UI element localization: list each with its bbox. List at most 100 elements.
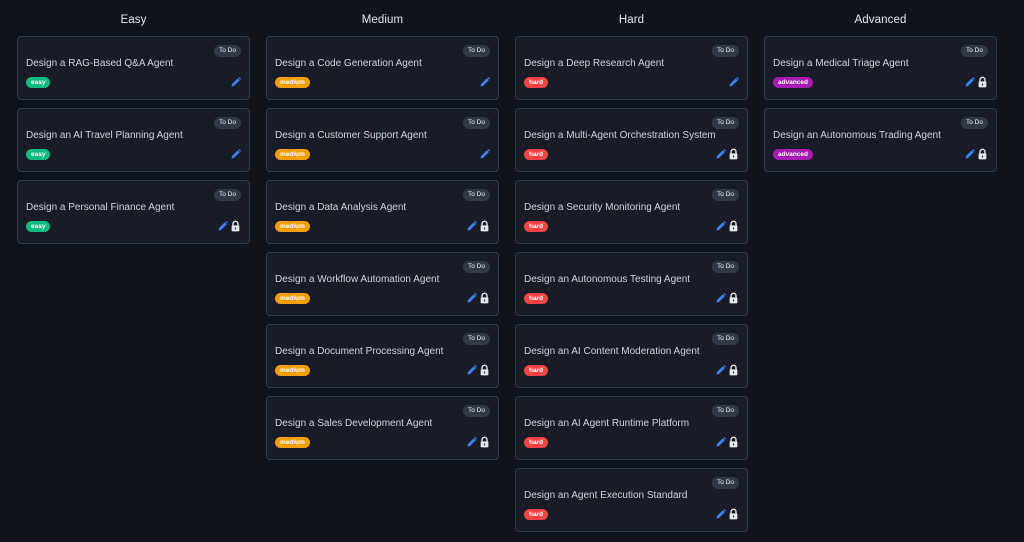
task-card[interactable]: Design a Medical Triage Agent To Do advanc… <box>764 36 997 100</box>
column-easy: Easy Design a RAG-Based Q&A Agent To Do ea… <box>17 0 250 252</box>
card-actions <box>479 147 490 161</box>
kanban-board: Easy Design a RAG-Based Q&A Agent To Do ea… <box>0 0 1024 542</box>
task-card[interactable]: Design a Document Processing Agent To Do m… <box>266 324 499 388</box>
task-card[interactable]: Design a Security Monitoring Agent To Do h… <box>515 180 748 244</box>
task-title: Design a Deep Research Agent <box>524 58 665 69</box>
column-hard: Hard Design a Deep Research Agent To Do ha… <box>515 0 748 540</box>
task-card[interactable]: Design a Data Analysis Agent To Do medium <box>266 180 499 244</box>
pencil-icon[interactable] <box>230 76 241 88</box>
status-badge: To Do <box>463 45 490 57</box>
status-badge: To Do <box>712 117 739 129</box>
task-title: Design a Multi-Agent Orchestration Syste… <box>524 130 716 141</box>
pencil-icon[interactable] <box>479 148 490 160</box>
task-card[interactable]: Design an AI Content Moderation Agent To … <box>515 324 748 388</box>
pencil-icon[interactable] <box>715 148 726 160</box>
task-title: Design an Agent Execution Standard <box>524 490 688 501</box>
difficulty-badge: medium <box>275 149 310 160</box>
pencil-icon[interactable] <box>715 292 726 304</box>
task-card[interactable]: Design a Workflow Automation Agent To Do m… <box>266 252 499 316</box>
task-card[interactable]: Design a Multi-Agent Orchestration Syste… <box>515 108 748 172</box>
task-title: Design a Security Monitoring Agent <box>524 202 681 213</box>
status-badge: To Do <box>463 333 490 345</box>
task-title: Design a Workflow Automation Agent <box>275 274 440 285</box>
pencil-icon[interactable] <box>715 364 726 376</box>
status-badge: To Do <box>214 189 241 201</box>
status-badge: To Do <box>712 333 739 345</box>
task-card[interactable]: Design an AI Agent Runtime Platform To Do… <box>515 396 748 460</box>
task-card[interactable]: Design a Personal Finance Agent To Do easy <box>17 180 250 244</box>
column-title: Easy <box>120 14 147 26</box>
difficulty-badge: easy <box>26 221 51 232</box>
pencil-icon[interactable] <box>964 148 975 160</box>
difficulty-badge: medium <box>275 221 310 232</box>
task-card[interactable]: Design a Sales Development Agent To Do med… <box>266 396 499 460</box>
task-card[interactable]: Design an Autonomous Testing Agent To Do h… <box>515 252 748 316</box>
pencil-icon[interactable] <box>728 76 739 88</box>
task-card[interactable]: Design an Agent Execution Standard To Do h… <box>515 468 748 532</box>
pencil-icon[interactable] <box>230 148 241 160</box>
difficulty-badge: advanced <box>773 77 813 88</box>
lock-icon <box>728 436 739 448</box>
task-card[interactable]: Design a Customer Support Agent To Do medi… <box>266 108 499 172</box>
card-actions <box>230 147 241 161</box>
task-title: Design a Document Processing Agent <box>275 346 444 357</box>
task-title: Design a Personal Finance Agent <box>26 202 175 213</box>
status-badge: To Do <box>214 45 241 57</box>
task-card[interactable]: Design an AI Travel Planning Agent To Do e… <box>17 108 250 172</box>
card-actions <box>715 363 739 377</box>
task-card[interactable]: Design a Deep Research Agent To Do hard <box>515 36 748 100</box>
column-advanced: Advanced Design a Medical Triage Agent To… <box>764 0 997 180</box>
lock-icon <box>479 292 490 304</box>
pencil-icon[interactable] <box>479 76 490 88</box>
column-title: Advanced <box>854 14 907 26</box>
task-title: Design an AI Travel Planning Agent <box>26 130 183 141</box>
difficulty-badge: medium <box>275 365 310 376</box>
card-actions <box>715 507 739 521</box>
task-title: Design an Autonomous Testing Agent <box>524 274 691 285</box>
lock-icon <box>728 292 739 304</box>
difficulty-badge: hard <box>524 437 549 448</box>
lock-icon <box>977 76 988 88</box>
status-badge: To Do <box>712 45 739 57</box>
status-badge: To Do <box>712 189 739 201</box>
task-title: Design an Autonomous Trading Agent <box>773 130 941 141</box>
difficulty-badge: advanced <box>773 149 813 160</box>
pencil-icon[interactable] <box>466 364 477 376</box>
pencil-icon[interactable] <box>217 220 228 232</box>
difficulty-badge: medium <box>275 437 310 448</box>
task-card[interactable]: Design a RAG-Based Q&A Agent To Do easy <box>17 36 250 100</box>
status-badge: To Do <box>463 189 490 201</box>
card-actions <box>479 75 490 89</box>
lock-icon <box>479 220 490 232</box>
card-actions <box>217 219 241 233</box>
pencil-icon[interactable] <box>715 508 726 520</box>
lock-icon <box>728 508 739 520</box>
task-title: Design a Code Generation Agent <box>275 58 422 69</box>
card-actions <box>466 363 490 377</box>
column-medium: Medium Design a Code Generation Agent To … <box>266 0 499 468</box>
status-badge: To Do <box>463 405 490 417</box>
card-actions <box>466 435 490 449</box>
task-card[interactable]: Design a Code Generation Agent To Do mediu… <box>266 36 499 100</box>
pencil-icon[interactable] <box>466 436 477 448</box>
status-badge: To Do <box>463 117 490 129</box>
pencil-icon[interactable] <box>466 220 477 232</box>
task-title: Design a Sales Development Agent <box>275 418 433 429</box>
task-card[interactable]: Design an Autonomous Trading Agent To Do a… <box>764 108 997 172</box>
status-badge: To Do <box>961 117 988 129</box>
card-actions <box>964 75 988 89</box>
difficulty-badge: hard <box>524 293 549 304</box>
pencil-icon[interactable] <box>715 436 726 448</box>
status-badge: To Do <box>961 45 988 57</box>
pencil-icon[interactable] <box>466 292 477 304</box>
pencil-icon[interactable] <box>715 220 726 232</box>
status-badge: To Do <box>712 405 739 417</box>
task-title: Design a Customer Support Agent <box>275 130 427 141</box>
difficulty-badge: hard <box>524 149 549 160</box>
pencil-icon[interactable] <box>964 76 975 88</box>
difficulty-badge: hard <box>524 77 549 88</box>
status-badge: To Do <box>712 477 739 489</box>
card-actions <box>715 219 739 233</box>
difficulty-badge: medium <box>275 77 310 88</box>
task-title: Design a RAG-Based Q&A Agent <box>26 58 174 69</box>
